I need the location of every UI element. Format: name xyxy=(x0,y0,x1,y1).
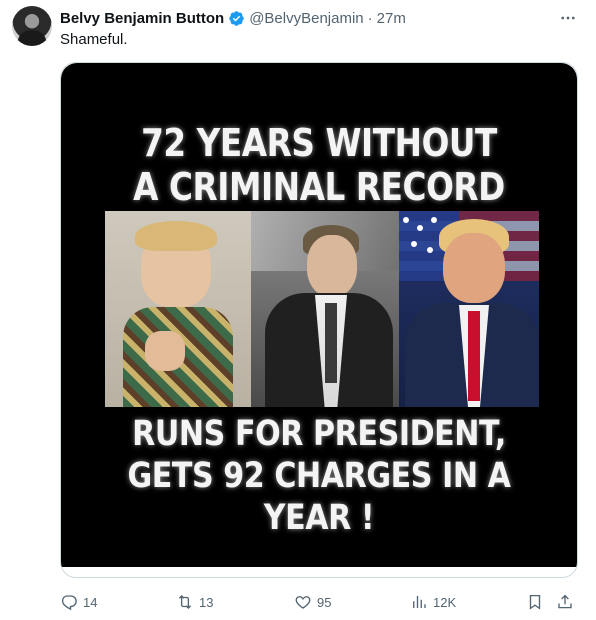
meme-headline-top: 72 YEARS WITHOUT A CRIMINAL RECORD xyxy=(97,121,541,209)
more-icon[interactable] xyxy=(558,8,578,28)
meme-headline-bottom-line1: RUNS FOR PRESIDENT, xyxy=(132,414,506,454)
photo-strip xyxy=(105,211,539,407)
share-button[interactable] xyxy=(556,590,579,614)
action-bar: 14 13 95 12K xyxy=(60,590,580,614)
photo-older-man xyxy=(399,211,539,407)
author-name[interactable]: Belvy Benjamin Button xyxy=(60,10,224,27)
views-count: 12K xyxy=(433,594,457,610)
like-count: 95 xyxy=(317,594,332,610)
views-icon xyxy=(413,596,426,608)
reply-count: 14 xyxy=(83,594,98,610)
views-button[interactable]: 12K xyxy=(410,590,456,614)
meme-headline-bottom: RUNS FOR PRESIDENT, GETS 92 CHARGES IN A… xyxy=(97,413,541,539)
tweet-media[interactable]: 72 YEARS WITHOUT A CRIMINAL RECORD RUNS … xyxy=(60,62,578,578)
separator-dot: · xyxy=(367,9,373,27)
tweet-header: Belvy Benjamin Button @BelvyBenjamin · 2… xyxy=(60,8,556,28)
tweet-text: Shameful. xyxy=(60,31,128,48)
meme-headline-top-line1: 72 YEARS WITHOUT xyxy=(141,121,497,165)
repost-icon xyxy=(178,595,192,609)
author-handle[interactable]: @BelvyBenjamin xyxy=(249,10,363,27)
avatar[interactable] xyxy=(12,6,52,46)
bookmark-icon xyxy=(529,594,541,610)
share-icon xyxy=(558,594,572,609)
like-icon xyxy=(295,596,311,609)
repost-count: 13 xyxy=(199,594,214,610)
reply-icon xyxy=(61,595,77,611)
timestamp[interactable]: 27m xyxy=(377,10,406,27)
meme-headline-top-line2: A CRIMINAL RECORD xyxy=(133,165,505,209)
meme-image[interactable]: 72 YEARS WITHOUT A CRIMINAL RECORD RUNS … xyxy=(61,63,577,567)
photo-child xyxy=(105,211,251,407)
photo-young-man xyxy=(251,211,399,407)
reply-button[interactable]: 14 xyxy=(60,590,97,614)
repost-button[interactable]: 13 xyxy=(176,590,213,614)
verified-badge-icon xyxy=(228,10,245,27)
like-button[interactable]: 95 xyxy=(294,590,331,614)
meme-headline-bottom-line2: GETS 92 CHARGES IN A YEAR ! xyxy=(127,456,511,538)
tweet[interactable]: Belvy Benjamin Button @BelvyBenjamin · 2… xyxy=(0,0,596,620)
bookmark-button[interactable] xyxy=(526,590,549,614)
